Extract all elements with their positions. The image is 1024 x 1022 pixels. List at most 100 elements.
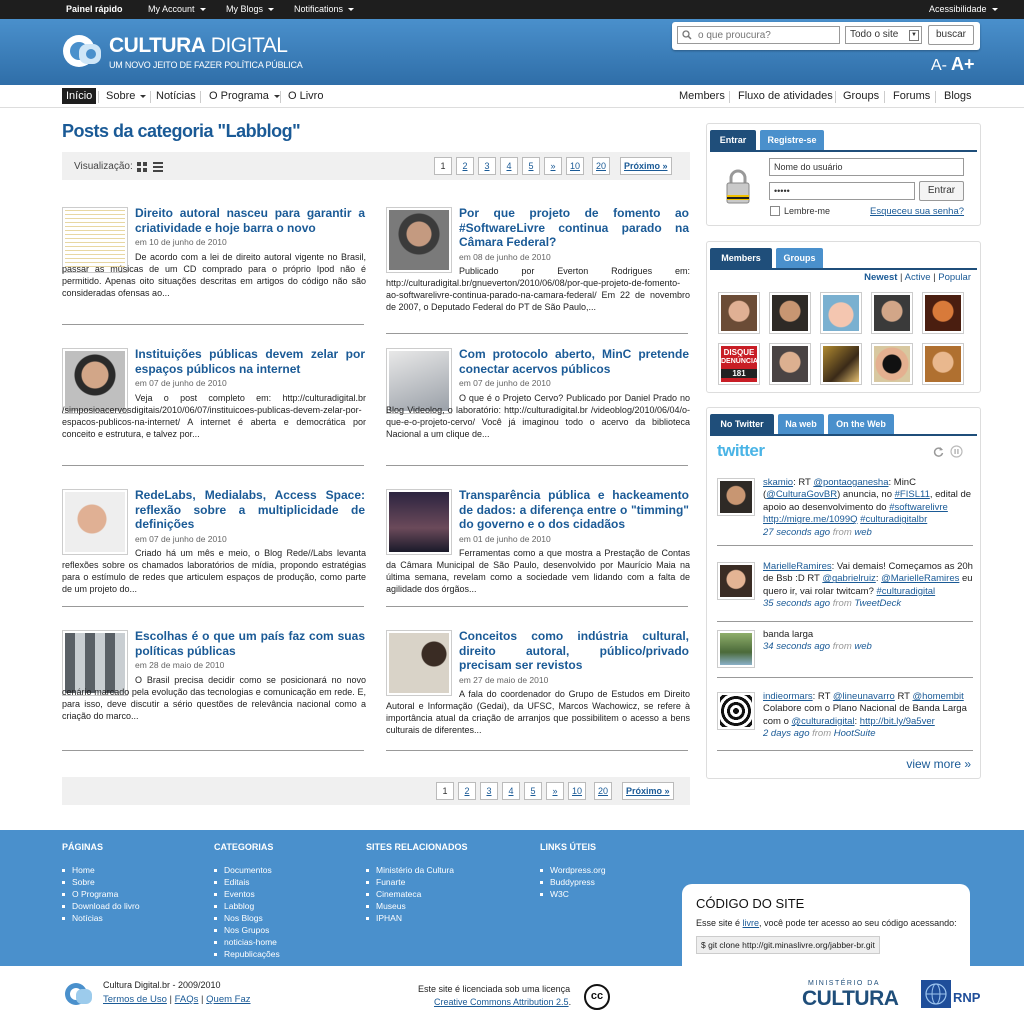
tab-no-twitter[interactable]: No Twitter [710,414,774,434]
tab-login[interactable]: Entrar [710,130,756,150]
tweet-user-link[interactable]: indieormars [763,691,813,702]
post-title[interactable]: RedeLabs, Medialabs, Access Space: refle… [135,488,365,532]
member-avatar[interactable] [769,343,811,385]
page-4-link[interactable]: 4 [502,782,520,800]
terms-link[interactable]: Termos de Uso [103,994,167,1005]
page-3-link[interactable]: 3 [478,157,496,175]
filter-active[interactable]: Active [905,272,931,283]
page-20-link[interactable]: 20 [592,157,611,175]
footer-link[interactable]: Eventos [214,888,280,900]
footer-link[interactable]: Nos Blogs [214,912,280,924]
font-increase-button[interactable]: A+ [951,54,975,74]
post-title[interactable]: Direito autoral nasceu para garantir a c… [135,206,365,235]
password-field[interactable]: ••••• [769,182,915,200]
member-avatar[interactable] [871,292,913,334]
nav-item-activity[interactable]: Fluxo de atividades [735,89,836,103]
footer-link[interactable]: Cinemateca [366,888,468,900]
tweet-avatar[interactable] [717,630,755,668]
post-title[interactable]: Instituições públicas devem zelar por es… [135,347,365,376]
tab-members[interactable]: Members [710,248,772,268]
footer-link[interactable]: O Programa [62,888,140,900]
post-title[interactable]: Por que projeto de fomento ao #SoftwareL… [459,206,689,250]
next-page-link[interactable]: Próximo » [620,157,672,175]
footer-link[interactable]: Buddypress [540,876,606,888]
nav-item-groups[interactable]: Groups [840,89,882,103]
tweet-hashtag[interactable]: #culturadigitalbr [860,514,927,525]
tweet-mention[interactable]: @pontaoganesha [813,477,888,488]
nav-item-members[interactable]: Members [676,89,728,103]
tweet-user-link[interactable]: MarielleRamires [763,561,832,572]
tweet-time[interactable]: 27 seconds ago [763,527,830,538]
post-title[interactable]: Conceitos como indústria cultural, direi… [459,629,689,673]
page-10-link[interactable]: 10 [568,782,587,800]
notifications-menu[interactable]: Notifications [294,4,355,14]
tab-groups[interactable]: Groups [776,248,823,268]
tweet-mention[interactable]: @CulturaGovBR [766,489,837,500]
tab-na-web[interactable]: Na web [778,414,824,434]
nav-item-noticias[interactable]: Notícias [153,89,199,103]
git-clone-command[interactable]: $ git clone http://git.minaslivre.org/ja… [696,936,880,954]
page-2-link[interactable]: 2 [458,782,476,800]
tweet-mention[interactable]: @MarielleRamires [881,573,959,584]
search-input[interactable] [677,26,840,44]
tweet-mention[interactable]: @homembit [912,691,963,702]
tweet-hashtag[interactable]: #culturadigital [877,586,936,597]
footer-link[interactable]: Museus [366,900,468,912]
tweet-link[interactable]: http://bit.ly/9a5ver [860,716,935,727]
footer-link[interactable]: Wordpress.org [540,864,606,876]
remember-checkbox[interactable] [770,206,780,216]
nav-item-inicio[interactable]: Início [62,88,97,104]
tweet-user-link[interactable]: skamio [763,477,793,488]
footer-link[interactable]: Labblog [214,900,280,912]
tweet-source[interactable]: web [854,527,871,538]
footer-link[interactable]: Sobre [62,876,140,888]
footer-link[interactable]: Notícias [62,912,140,924]
filter-popular[interactable]: Popular [938,272,971,283]
page-more-link[interactable]: » [546,782,564,800]
grid-view-icon[interactable] [137,162,147,172]
view-more-link[interactable]: view more » [906,757,971,771]
tweet-source[interactable]: TweetDeck [854,598,901,609]
forgot-password-link[interactable]: Esqueceu sua senha? [870,206,964,217]
free-link[interactable]: livre [743,918,760,928]
tweet-time[interactable]: 35 seconds ago [763,598,830,609]
post-thumbnail[interactable] [386,207,452,273]
member-avatar[interactable] [922,292,964,334]
member-avatar[interactable] [820,343,862,385]
page-5-link[interactable]: 5 [524,782,542,800]
post-thumbnail[interactable] [62,489,128,555]
page-2-link[interactable]: 2 [456,157,474,175]
tweet-avatar[interactable] [717,478,755,516]
footer-link[interactable]: Nos Grupos [214,924,280,936]
tab-on-the-web[interactable]: On the Web [828,414,894,434]
cultura-digital-logo-icon[interactable] [62,33,104,71]
footer-link[interactable]: Home [62,864,140,876]
quick-panel-link[interactable]: Painel rápido [66,4,123,14]
license-link[interactable]: Creative Commons Attribution 2.5 [434,997,569,1007]
footer-link[interactable]: IPHAN [366,912,468,924]
footer-link[interactable]: noticias-home [214,936,280,948]
tweet-time[interactable]: 34 seconds ago [763,641,830,652]
nav-item-blogs[interactable]: Blogs [941,89,975,103]
font-decrease-button[interactable]: A- [931,57,947,74]
footer-link[interactable]: Documentos [214,864,280,876]
tweet-time[interactable]: 2 days ago [763,728,809,739]
username-field[interactable]: Nome do usuário [769,158,964,176]
tweet-hashtag[interactable]: #softwarelivre [889,502,948,513]
member-avatar[interactable] [769,292,811,334]
post-thumbnail[interactable] [386,630,452,696]
tweet-mention[interactable]: @culturadigital [792,716,855,727]
faq-link[interactable]: FAQs [175,994,199,1005]
tweet-link[interactable]: http://migre.me/1099Q [763,514,858,525]
my-blogs-menu[interactable]: My Blogs [226,4,275,14]
page-20-link[interactable]: 20 [594,782,613,800]
member-avatar[interactable] [922,343,964,385]
nav-item-o-livro[interactable]: O Livro [285,89,326,103]
accessibility-menu[interactable]: Acessibilidade [929,4,998,14]
member-avatar[interactable]: DISQUE DENÚNCIA 181 [718,343,760,385]
search-button[interactable]: buscar [928,25,974,45]
footer-link[interactable]: Republicações [214,948,280,960]
footer-link[interactable]: Funarte [366,876,468,888]
tweet-source[interactable]: HootSuite [834,728,876,739]
minc-logo[interactable]: CULTURA [802,987,899,1011]
